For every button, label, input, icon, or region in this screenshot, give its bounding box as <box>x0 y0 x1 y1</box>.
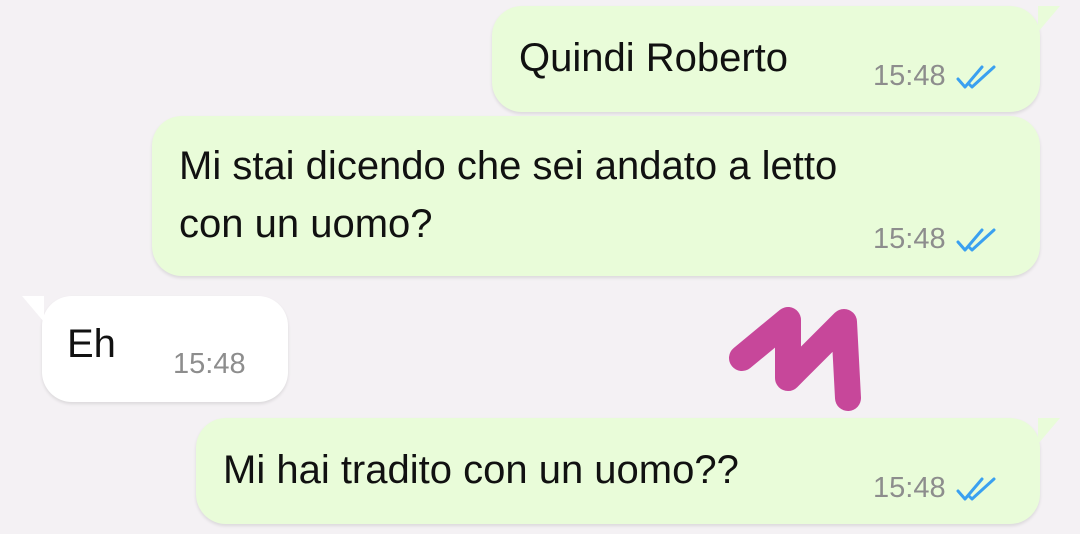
message-bubble-incoming[interactable]: Eh 15:48 <box>22 296 288 402</box>
message-timestamp: 15:48 <box>873 60 946 92</box>
message-bubble-outgoing[interactable]: Mi hai tradito con un uomo?? 15:48 <box>196 418 1060 524</box>
message-text-line: Mi stai dicendo che sei andato a letto <box>179 144 838 188</box>
message-text: Eh <box>67 322 116 366</box>
message-meta: 15:48 <box>873 60 1000 93</box>
message-text: Quindi Roberto <box>519 36 789 80</box>
message-bubble-outgoing[interactable]: Mi stai dicendo che sei andato a letto c… <box>152 116 1040 276</box>
message-meta: 15:48 <box>173 348 246 381</box>
message-timestamp: 15:48 <box>873 472 946 504</box>
message-text: Mi hai tradito con un uomo?? <box>223 448 739 492</box>
message-timestamp: 15:48 <box>173 348 246 380</box>
chat-conversation: Quindi Roberto 15:48 Mi stai dicendo che… <box>0 0 1080 534</box>
message-meta: 15:48 <box>873 472 1000 505</box>
message-bubble-outgoing[interactable]: Quindi Roberto 15:48 <box>492 6 1060 112</box>
pink-scribble <box>726 300 876 420</box>
double-check-icon <box>956 64 1000 90</box>
double-check-icon <box>956 227 1000 253</box>
message-meta: 15:48 <box>873 223 1000 256</box>
double-check-icon <box>956 476 1000 502</box>
message-timestamp: 15:48 <box>873 223 946 255</box>
message-text-line: con un uomo? <box>179 202 433 246</box>
